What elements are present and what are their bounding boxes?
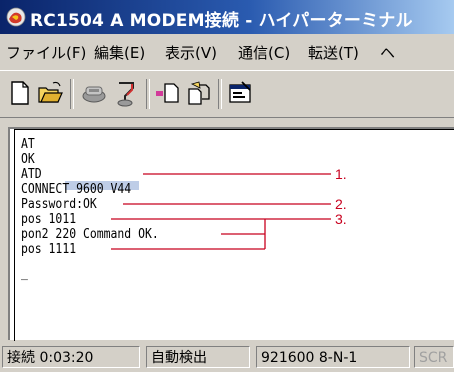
- hyperterminal-app-icon: [6, 7, 26, 27]
- window-title: RC1504 A MODEM接続 - ハイパーターミナル: [30, 11, 413, 31]
- status-port-settings: 921600 8-N-1: [256, 346, 410, 368]
- menu-bar: ファイル(F) 編集(E) 表示(V) 通信(C) 転送(T) ヘ: [0, 34, 454, 68]
- menu-edit[interactable]: 編集(E): [94, 42, 145, 63]
- receive-icon[interactable]: [184, 79, 212, 107]
- menu-transfer[interactable]: 転送(T): [308, 42, 359, 63]
- status-auto-detect: 自動検出: [146, 346, 250, 368]
- open-folder-icon[interactable]: [36, 79, 64, 107]
- toolbar-separator: [146, 79, 150, 109]
- menu-view[interactable]: 表示(V): [165, 42, 217, 63]
- annotation-label-2: 2.: [335, 196, 347, 212]
- toolbar-separator: [70, 79, 74, 109]
- status-bar: 接続 0:03:20 自動検出 921600 8-N-1 SCR: [0, 342, 454, 372]
- send-icon[interactable]: [154, 79, 182, 107]
- annotation-label-3: 3.: [335, 211, 347, 227]
- properties-icon[interactable]: [226, 79, 254, 107]
- annotation-overlay: [111, 173, 331, 250]
- status-connection-time: 接続 0:03:20: [2, 346, 140, 368]
- toolbar-separator: [218, 79, 222, 109]
- annotation-label-1: 1.: [335, 166, 347, 182]
- menu-file[interactable]: ファイル(F): [6, 42, 86, 63]
- connect-icon[interactable]: [80, 79, 108, 107]
- status-scroll: SCR: [414, 346, 454, 368]
- disconnect-icon[interactable]: [112, 79, 140, 107]
- title-bar[interactable]: RC1504 A MODEM接続 - ハイパーターミナル: [0, 0, 454, 34]
- menu-call[interactable]: 通信(C): [238, 42, 290, 63]
- new-file-icon[interactable]: [6, 79, 34, 107]
- terminal-area[interactable]: AT OK ATD CONNECT 9600 V44 Password:OK p…: [8, 127, 454, 341]
- menu-help[interactable]: ヘ: [380, 42, 395, 63]
- hyperterminal-window: RC1504 A MODEM接続 - ハイパーターミナル ファイル(F) 編集(…: [0, 0, 454, 372]
- terminal-screen[interactable]: AT OK ATD CONNECT 9600 V44 Password:OK p…: [14, 129, 454, 341]
- toolbar: [0, 70, 454, 118]
